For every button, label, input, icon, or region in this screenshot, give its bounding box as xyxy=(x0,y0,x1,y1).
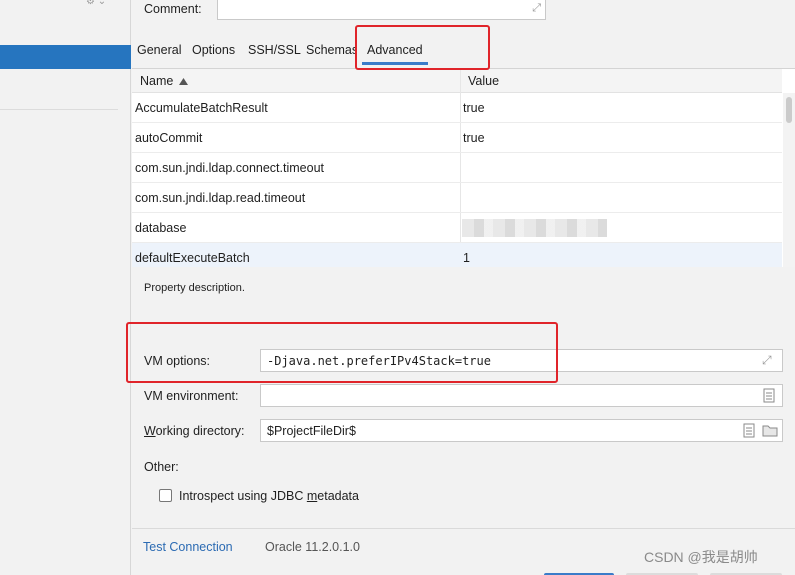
column-header-value[interactable]: Value xyxy=(468,74,499,88)
vm-options-label: VM options: xyxy=(144,354,211,368)
property-name: AccumulateBatchResult xyxy=(135,101,268,115)
redacted-value xyxy=(462,219,607,237)
vm-options-value: -Djava.net.preferIPv4Stack=true xyxy=(267,354,491,368)
property-value[interactable]: true xyxy=(463,131,485,145)
table-row[interactable]: AccumulateBatchResult true xyxy=(132,93,782,123)
working-directory-value: $ProjectFileDir$ xyxy=(267,424,356,438)
expand-icon[interactable]: ⤢ xyxy=(762,353,776,368)
introspect-label: Introspect using JDBC metadata xyxy=(179,489,359,503)
tab-options[interactable]: Options xyxy=(192,43,235,57)
property-value[interactable]: 1 xyxy=(463,251,470,265)
table-row[interactable]: com.sun.jndi.ldap.read.timeout xyxy=(132,183,782,213)
watermark: CSDN @我是胡帅 xyxy=(644,549,758,565)
property-name: autoCommit xyxy=(135,131,203,145)
data-source-settings: Comment: ⤢ General Options SSH/SSL Schem… xyxy=(126,0,795,575)
tab-advanced[interactable]: Advanced xyxy=(362,43,428,65)
table-row[interactable]: database xyxy=(132,213,782,243)
introspect-checkbox[interactable] xyxy=(159,489,172,502)
tab-schemas[interactable]: Schemas xyxy=(306,43,356,57)
vm-options-field[interactable]: -Djava.net.preferIPv4Stack=true ⤢ xyxy=(260,349,783,372)
tab-ssh-ssl[interactable]: SSH/SSL xyxy=(248,43,301,57)
comment-label: Comment: xyxy=(144,2,202,16)
property-description: Property description. xyxy=(144,282,245,294)
table-row-selected[interactable]: defaultExecuteBatch 1 xyxy=(132,243,782,267)
table-header: Name Value xyxy=(132,69,782,93)
table-row[interactable]: autoCommit true xyxy=(132,123,782,153)
working-directory-label: Working directory: xyxy=(144,424,245,438)
table-scrollbar[interactable] xyxy=(783,93,795,267)
tab-general[interactable]: General xyxy=(137,43,181,57)
column-header-name[interactable]: Name xyxy=(140,74,188,88)
other-label: Other: xyxy=(144,460,179,474)
divider xyxy=(0,109,118,110)
driver-version: Oracle 11.2.0.1.0 xyxy=(265,540,360,554)
vm-environment-label: VM environment: xyxy=(144,389,239,403)
working-directory-field[interactable]: $ProjectFileDir$ xyxy=(260,419,783,442)
property-name: defaultExecuteBatch xyxy=(135,251,250,265)
selected-data-source[interactable] xyxy=(0,45,131,69)
truncated-icon: ⚙ ⌄ xyxy=(86,0,107,7)
expand-icon[interactable]: ⤢ xyxy=(532,2,541,15)
test-connection-link[interactable]: Test Connection xyxy=(143,540,233,554)
data-source-list: ⚙ ⌄ xyxy=(0,0,131,575)
property-name: com.sun.jndi.ldap.connect.timeout xyxy=(135,161,324,175)
properties-table: Name Value AccumulateBatchResult true au… xyxy=(132,68,795,267)
scrollbar-thumb[interactable] xyxy=(786,97,792,123)
document-icon[interactable] xyxy=(762,388,776,403)
folder-icon[interactable] xyxy=(762,423,778,438)
document-icon[interactable] xyxy=(742,423,756,438)
comment-field[interactable]: ⤢ xyxy=(217,0,546,20)
property-value[interactable]: true xyxy=(463,101,485,115)
sort-ascending-icon xyxy=(178,78,188,85)
table-row[interactable]: com.sun.jndi.ldap.connect.timeout xyxy=(132,153,782,183)
vm-environment-field[interactable] xyxy=(260,384,783,407)
property-name: com.sun.jndi.ldap.read.timeout xyxy=(135,191,306,205)
property-name: database xyxy=(135,221,187,235)
